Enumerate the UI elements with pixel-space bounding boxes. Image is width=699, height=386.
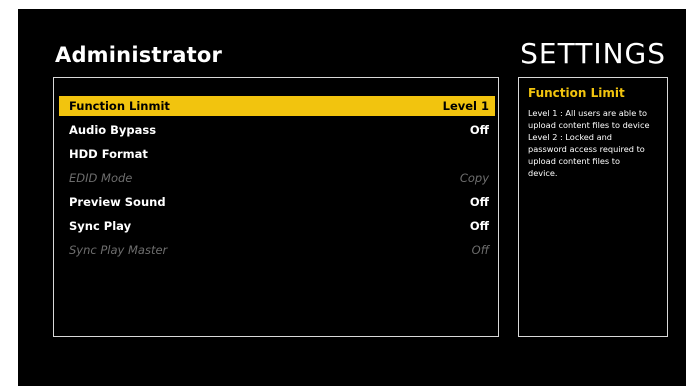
help-info-panel: Function Limit Level 1 : All users are a… xyxy=(518,77,668,337)
page-title: SETTINGS xyxy=(520,37,666,70)
help-line: Level 2 : Locked and xyxy=(528,132,613,142)
menu-item-preview-sound[interactable]: Preview Sound Off xyxy=(59,192,495,212)
menu-item-label: Sync Play Master xyxy=(69,243,168,257)
menu-item-label: EDID Mode xyxy=(69,171,133,185)
menu-item-label: Function Linmit xyxy=(69,99,170,113)
user-role-title: Administrator xyxy=(55,43,223,67)
help-line: password access required to xyxy=(528,144,645,154)
menu-item-hdd-format[interactable]: HDD Format xyxy=(59,144,495,164)
menu-item-value: Off xyxy=(471,243,489,257)
menu-item-sync-play-master: Sync Play Master Off xyxy=(59,240,495,260)
help-line: Level 1 : All users are able to xyxy=(528,108,648,118)
help-text: Level 1 : All users are able to upload c… xyxy=(528,107,658,179)
menu-item-label: Sync Play xyxy=(69,219,132,233)
settings-menu-panel: Function Linmit Level 1 Audio Bypass Off… xyxy=(53,77,499,337)
menu-item-edid-mode: EDID Mode Copy xyxy=(59,168,495,188)
menu-item-value: Off xyxy=(469,123,489,137)
help-title: Function Limit xyxy=(528,86,625,100)
menu-item-audio-bypass[interactable]: Audio Bypass Off xyxy=(59,120,495,140)
menu-item-label: Audio Bypass xyxy=(69,123,157,137)
help-line: upload content files to xyxy=(528,156,620,166)
menu-item-value: Off xyxy=(469,195,489,209)
settings-screen: Administrator SETTINGS Function Linmit L… xyxy=(18,9,686,386)
menu-item-value: Level 1 xyxy=(442,99,489,113)
help-line: device. xyxy=(528,168,558,178)
menu-item-function-limit[interactable]: Function Linmit Level 1 xyxy=(59,96,495,116)
menu-item-value: Copy xyxy=(459,171,489,185)
menu-item-label: HDD Format xyxy=(69,147,148,161)
help-line: upload content files to device xyxy=(528,120,650,130)
menu-item-sync-play[interactable]: Sync Play Off xyxy=(59,216,495,236)
menu-item-value: Off xyxy=(469,219,489,233)
menu-item-label: Preview Sound xyxy=(69,195,166,209)
